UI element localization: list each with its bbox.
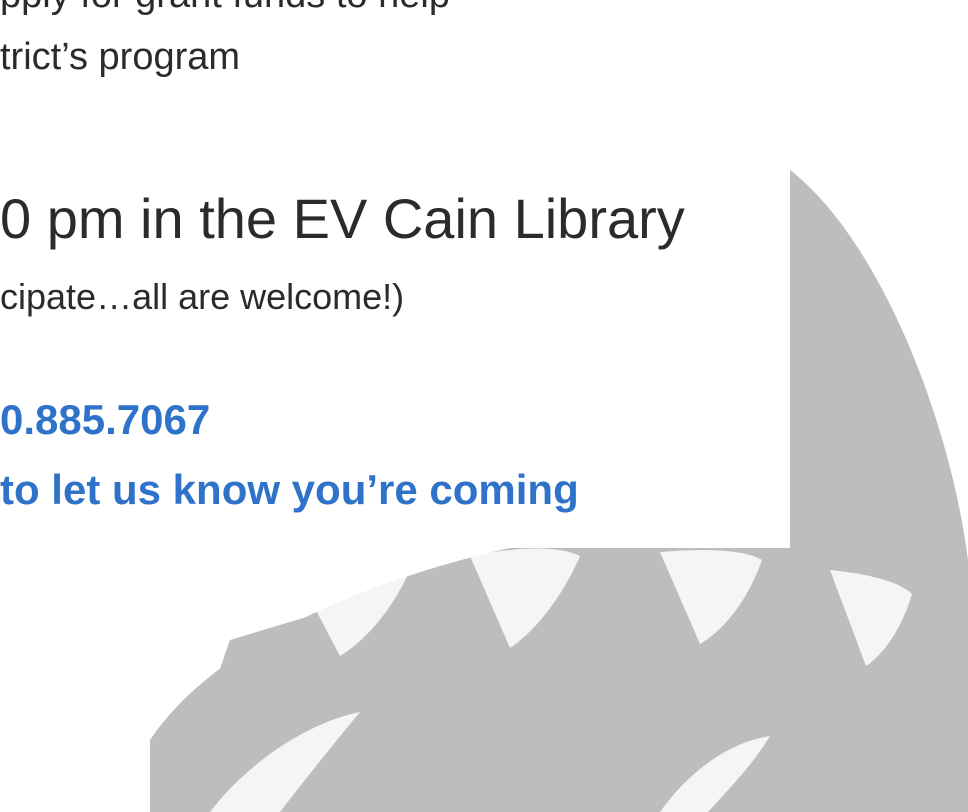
rsvp-line: to let us know you’re coming <box>0 466 579 513</box>
grant-text-line: pply for grant funds to help <box>0 0 450 17</box>
flyer-page: pply for grant funds to help trict’s pro… <box>0 0 968 812</box>
program-text-line: trict’s program <box>0 36 241 78</box>
welcome-line: cipate…all are welcome!) <box>0 276 405 317</box>
event-location-line: 0 pm in the EV Cain Library <box>0 187 685 250</box>
phone-number-line: 0.885.7067 <box>0 396 211 443</box>
